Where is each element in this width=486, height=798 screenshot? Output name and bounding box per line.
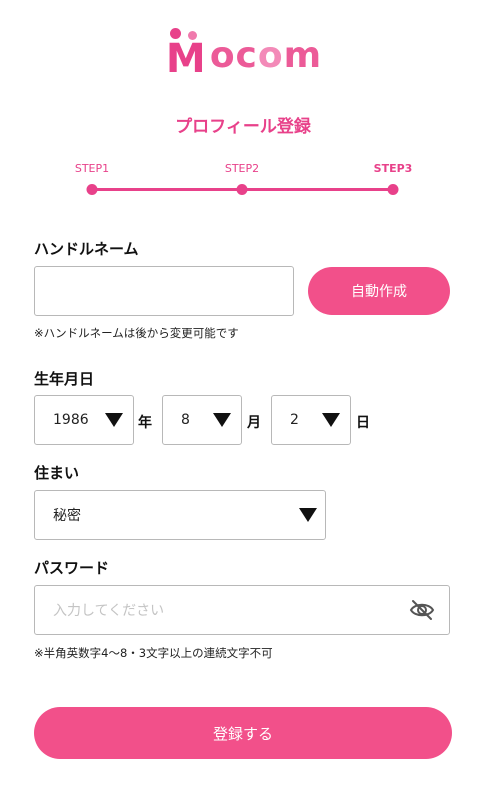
register-button[interactable]: 登録する [34,707,452,759]
step-indicator: STEP1 STEP2 STEP3 [0,160,486,200]
residence-select[interactable]: 秘密 [34,490,326,540]
logo-letter-m: M [165,36,206,82]
step-label-2: STEP2 [224,162,260,175]
month-select[interactable]: 8 [162,395,242,445]
logo-mark: M [164,28,208,82]
month-value: 8 [181,412,190,428]
residence-label: 住まい [34,464,80,482]
year-unit: 年 [138,415,152,431]
eye-off-icon[interactable] [409,598,435,622]
logo-text-b: o [257,35,284,76]
logo-text-a: oc [209,35,258,76]
page-title: プロフィール登録 [175,117,311,137]
step-dot-3 [387,184,399,195]
password-input[interactable]: 入力してください [34,585,450,635]
month-unit: 月 [247,415,261,431]
caret-down-icon [322,413,340,427]
handle-name-label: ハンドルネーム [34,240,139,258]
day-select[interactable]: 2 [271,395,351,445]
mocom-logo: M ocom [0,28,486,82]
step-label-3: STEP3 [373,162,413,175]
logo-text-c: m [283,35,323,76]
handle-name-input[interactable] [34,266,294,316]
handle-name-note: ※ハンドルネームは後から変更可能です [34,326,239,340]
step-dot-1 [86,184,98,195]
caret-down-icon [213,413,231,427]
caret-down-icon [299,508,317,522]
profile-registration-page: M ocom プロフィール登録 STEP1 STEP2 STEP3 ハンドルネー… [0,0,486,798]
day-unit: 日 [356,415,370,431]
residence-value: 秘密 [53,508,81,524]
password-note: ※半角英数字4〜8・3文字以上の連続文字不可 [34,646,273,660]
year-select[interactable]: 1986 [34,395,134,445]
password-placeholder: 入力してください [53,603,165,619]
caret-down-icon [105,413,123,427]
step-label-1: STEP1 [74,162,110,175]
birthday-label: 生年月日 [34,370,95,388]
day-value: 2 [290,412,299,428]
auto-generate-button[interactable]: 自動作成 [308,267,450,315]
password-label: パスワード [34,559,110,577]
logo-text: ocom [210,36,322,76]
year-value: 1986 [53,412,89,428]
step-dot-2 [236,184,248,195]
